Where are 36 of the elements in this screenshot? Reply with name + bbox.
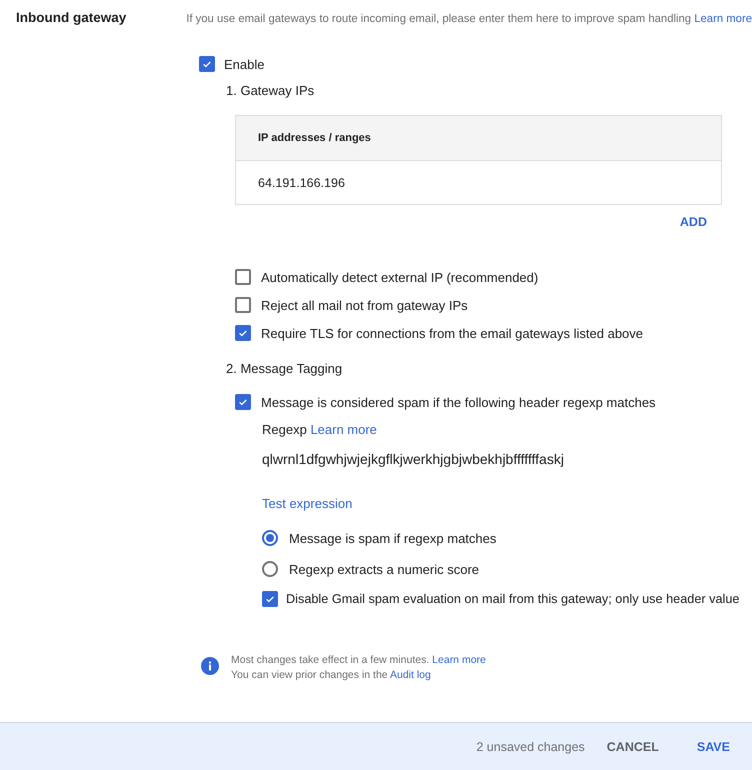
enable-label: Enable [224,56,264,72]
radio-button[interactable] [262,530,278,546]
info-link[interactable]: Audit log [390,669,431,681]
table-cell: 64.191.166.196 [258,176,345,190]
save-button[interactable]: SAVE [690,736,736,758]
checkbox[interactable] [262,591,278,607]
checkbox-label: Require TLS for connections from the email gateways listed above [261,326,644,340]
checkbox[interactable] [235,325,251,341]
radio-label: Message is spam if regexp matches [289,530,496,546]
radio-button[interactable] [262,561,278,577]
checkbox-label: Message is considered spam if the following header regexp matches [261,394,656,410]
checkbox-label: Automatically detect external IP (recommended) [261,270,538,284]
info-text: Most changes take effect in a few minutes. [231,654,430,666]
regexp-label: Regexp [262,422,307,437]
checkbox[interactable] [235,269,251,285]
checkbox[interactable] [235,297,251,313]
learn-more-link[interactable]: Learn more [310,422,377,437]
info-link[interactable]: Learn more [432,654,486,666]
cancel-button[interactable]: CANCEL [600,736,665,758]
column-header: IP addresses / ranges [258,132,371,144]
unsaved-status: 2 unsaved changes [476,740,585,754]
section-heading: 2. Message Tagging [226,361,344,376]
info-text: You can view prior changes in the [231,669,388,681]
section-heading: 1. Gateway IPs [226,83,316,98]
checkbox-label: Disable Gmail spam evaluation on mail from this gateway; only use header value [286,592,740,606]
test-expression-link[interactable]: Test expression [262,496,352,511]
checkbox-label: Reject all mail not from gateway IPs [261,298,468,312]
add-button[interactable]: ADD [674,211,713,233]
radio-label: Regexp extracts a numeric score [289,562,480,576]
checkbox[interactable] [235,394,251,410]
section-title: Inbound gateway [16,10,128,25]
enable-checkbox[interactable] [199,56,215,72]
info-icon [201,657,219,675]
learn-more-link[interactable]: Learn more [694,13,752,25]
section-description: If you use email gateways to route incoming email, please enter them here to improve spam handling Learn more [186,13,752,25]
regexp-value: qlwrnl1dfgwhjwjejkgflkjwerkhjgbjwbekhjbfffffffaskj [262,451,565,467]
